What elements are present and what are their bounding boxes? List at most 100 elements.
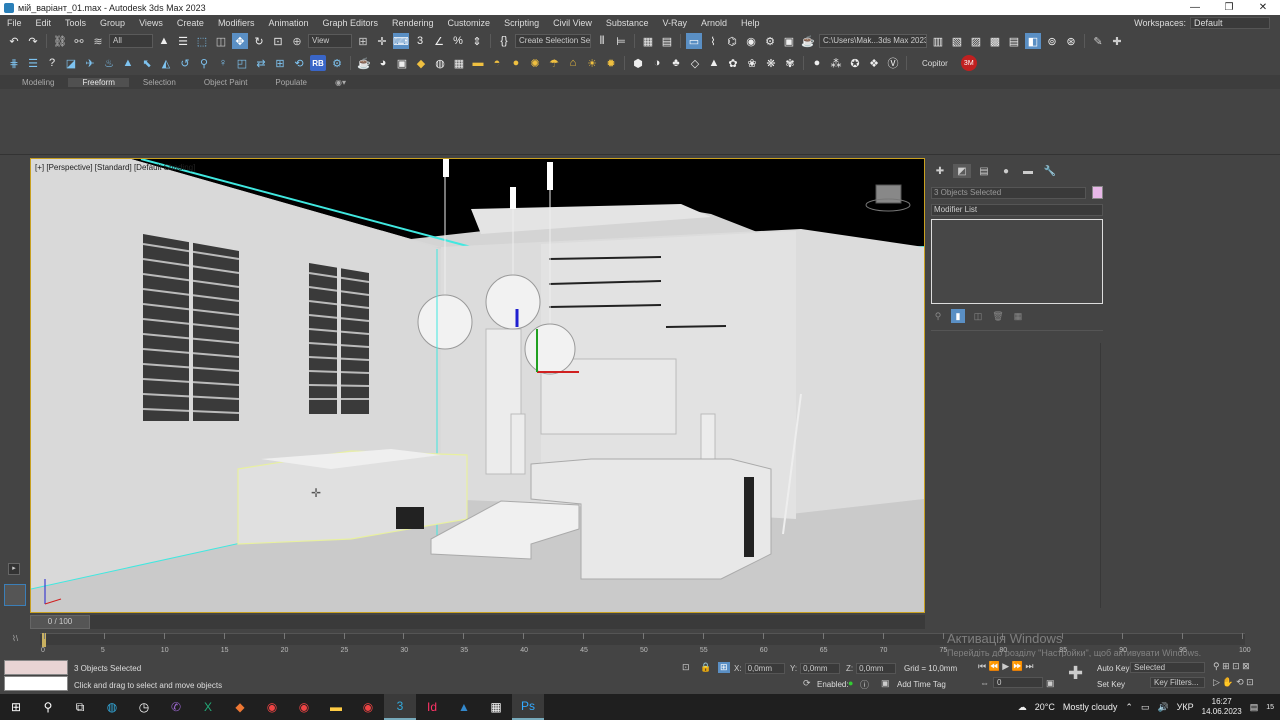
photo-app-icon[interactable]: ▲ [448,694,480,720]
copitor-label[interactable]: Copitor [912,59,958,68]
edge-icon[interactable]: ◍ [96,694,128,720]
vray-render-icon[interactable]: ⊚ [1044,33,1060,49]
render-setup-icon[interactable]: ⚙ [762,33,778,49]
menu-civil-view[interactable]: Civil View [546,18,599,28]
chrome-icon[interactable]: ◉ [256,694,288,720]
time-tag-icon[interactable]: ⟳ [803,678,811,689]
chrome-profile-icon[interactable]: ◉ [288,694,320,720]
keyboard-shortcut-toggle-icon[interactable]: ⌨ [393,33,409,49]
ambient-light-icon[interactable]: ✹ [603,55,619,71]
selection-filter-dropdown[interactable]: All [109,34,153,48]
set-key-button[interactable]: Set Key [1097,680,1125,689]
toggle-ribbon-icon[interactable]: ▭ [686,33,702,49]
menu-group[interactable]: Group [93,18,132,28]
undo-icon[interactable]: ↶ [6,33,22,49]
time-slider-knob[interactable]: 0 / 100 [30,615,90,629]
vray-logo-icon[interactable]: Ⓥ [885,55,901,71]
calculator-icon[interactable]: ▦ [480,694,512,720]
menu-help[interactable]: Help [734,18,767,28]
sphere-fade-icon[interactable]: ◑ [649,55,665,71]
pin-stack-icon[interactable]: ⚲ [931,309,945,323]
teapot-icon[interactable]: ☕ [356,55,372,71]
x-field[interactable]: 0,0mm [744,663,785,674]
list-icon[interactable]: ☰ [25,55,41,71]
open-project-icon[interactable]: ▨ [968,33,984,49]
material-editor-icon[interactable]: ◉ [743,33,759,49]
tab-selection[interactable]: Selection [129,78,190,87]
render-icon[interactable]: ◕ [375,55,391,71]
interactive-render-icon[interactable]: ⊛ [1063,33,1079,49]
key-selection-dropdown[interactable]: Selected [1130,662,1205,673]
z-field[interactable]: 0,0mm [856,663,897,674]
cursor-tool-icon[interactable]: ⬉ [139,55,155,71]
mini-curve-toggle-icon[interactable]: ⌇\ [12,634,18,643]
import-icon[interactable]: ▤ [1006,33,1022,49]
3dsmax-taskbar-icon[interactable]: 3 [384,694,416,720]
maxscript-listener-input[interactable] [4,676,68,691]
absolute-mode-icon[interactable]: ⊞ [718,662,730,673]
viewport-layout-button[interactable] [4,584,26,606]
spot-light-icon[interactable]: ☂ [546,55,562,71]
show-end-result-icon[interactable]: ▮ [951,309,965,323]
material-slot-icon[interactable]: ✪ [847,55,863,71]
edit-named-selection-icon[interactable]: {} [496,33,512,49]
menu-tools[interactable]: Tools [58,18,93,28]
project-folder-dropdown[interactable]: C:\Users\Mak...3ds Max 2023 [819,34,927,48]
menu-file[interactable]: File [0,18,29,28]
file-explorer-icon[interactable]: ▬ [320,694,352,720]
menu-customize[interactable]: Customize [441,18,498,28]
time-config-icon[interactable]: ▣ [1046,678,1055,689]
menu-animation[interactable]: Animation [261,18,315,28]
dome-light-icon[interactable]: ◓ [489,55,505,71]
network-icon[interactable]: ▭ [1141,702,1150,713]
excel-icon[interactable]: X [192,694,224,720]
fill-tool-icon[interactable]: ✎ [1090,33,1106,49]
spinner-snap-icon[interactable]: ⇕ [469,33,485,49]
export-icon[interactable]: ▩ [987,33,1003,49]
add-time-tag-icon[interactable]: ▣ [881,678,890,689]
tab-modeling[interactable]: Modeling [8,78,68,87]
fov-icon[interactable]: ▷ ✋ ⟲ ⊡ [1213,677,1254,688]
ies-light-icon[interactable]: ✺ [527,55,543,71]
weather-temp[interactable]: 20°C [1035,702,1055,712]
align-icon[interactable]: ⊨ [613,33,629,49]
layer-explorer-icon[interactable]: ▤ [659,33,675,49]
menu-vray[interactable]: V-Ray [655,18,694,28]
curve-editor-icon[interactable]: ⌇ [705,33,721,49]
viewport-label[interactable]: [+] [Perspective] [Standard] [Default Sh… [35,163,195,172]
bind-spacewarp-icon[interactable]: ≋ [90,33,106,49]
modifier-list-dropdown[interactable]: Modifier List [931,204,1103,216]
expand-icon[interactable]: ▸ [8,563,20,575]
auto-key-button[interactable]: Auto Key [1097,664,1129,673]
zoom-icon[interactable]: ⚲ ⊞ ⊡ ⊠ [1213,661,1250,672]
select-move-icon[interactable]: ✥ [232,33,248,49]
angle-snap-icon[interactable]: ∠ [431,33,447,49]
mat-icon[interactable]: ◍ [432,55,448,71]
start-icon[interactable]: ⊞ [0,694,32,720]
sun-light-icon[interactable]: ☀ [584,55,600,71]
clock-app-icon[interactable]: ◷ [128,694,160,720]
align-grid-icon[interactable]: ⋕ [6,55,22,71]
key-mode-icon[interactable]: ⇔ [980,678,989,688]
search-icon[interactable]: ⚲ [32,694,64,720]
time-slider[interactable]: 0 / 100 [30,615,925,629]
snaps-toggle-icon[interactable]: 3 [412,33,428,49]
language-indicator[interactable]: УКР [1177,702,1194,712]
tab-freeform[interactable]: Freeform [68,77,129,87]
material-sphere-icon[interactable]: ● [809,55,825,71]
loop-tool-icon[interactable]: ↺ [177,55,193,71]
pin-tool-icon[interactable]: ⚲ [196,55,212,71]
modify-tab-icon[interactable]: ◩ [953,164,971,178]
render-production-icon[interactable]: ☕ [800,33,816,49]
grid-tool-icon[interactable]: ⊞ [272,55,288,71]
tool-icon[interactable]: ✈ [82,55,98,71]
shape-icon[interactable]: ▲ [120,55,136,71]
key-filters-button[interactable]: Key Filters... [1150,677,1205,688]
minimize-button[interactable]: — [1178,2,1212,13]
sphere-light-icon[interactable]: ● [508,55,524,71]
material-lib-icon[interactable]: ⁂ [828,55,844,71]
select-rotate-icon[interactable]: ↻ [251,33,267,49]
reference-coordinate-dropdown[interactable]: View [308,34,352,48]
remove-modifier-icon[interactable]: 🗑 [991,309,1005,323]
plus-tool-icon[interactable]: ✚ [1109,33,1125,49]
